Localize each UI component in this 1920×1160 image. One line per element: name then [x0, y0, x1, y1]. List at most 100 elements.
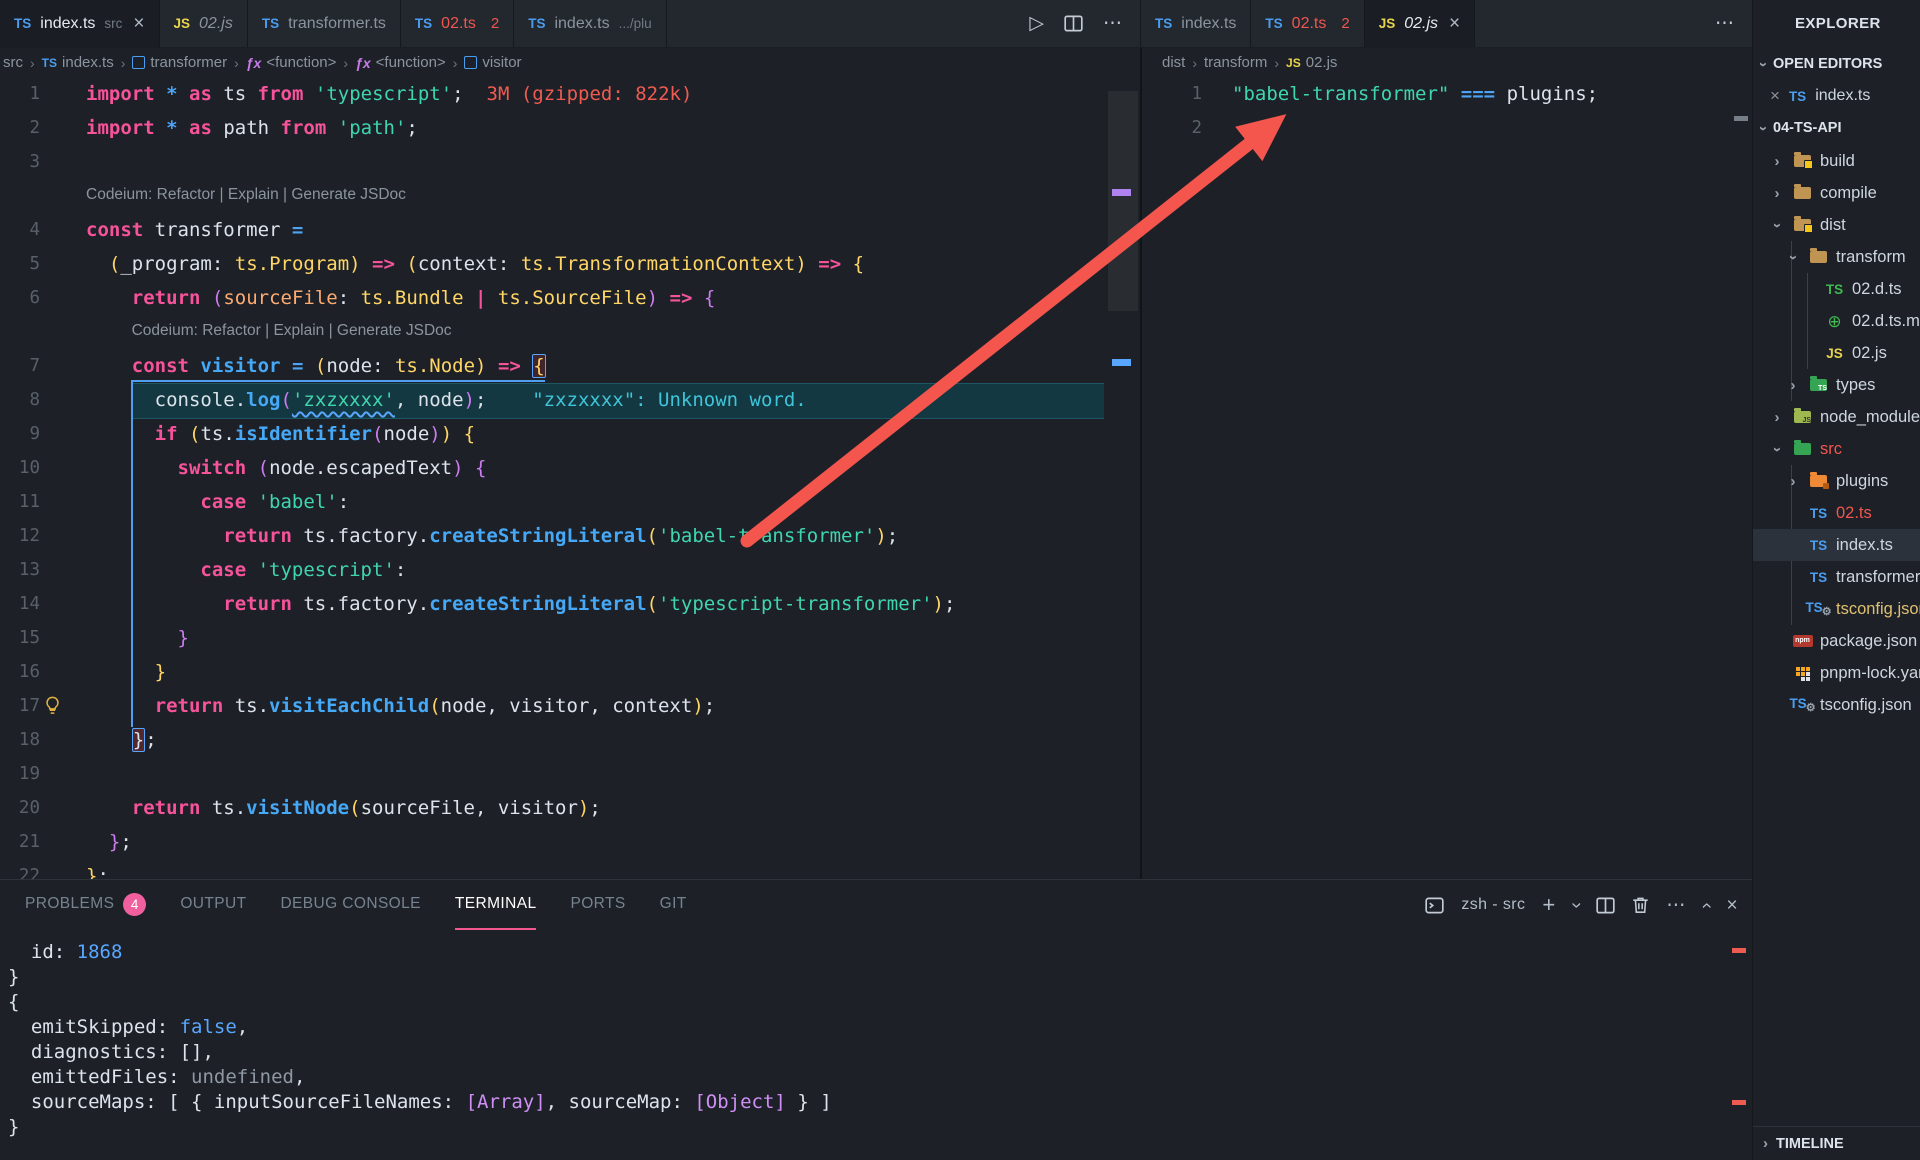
panel-tab-problems[interactable]: PROBLEMS4: [25, 880, 146, 930]
tab-index.ts[interactable]: TSindex.tssrc×: [0, 0, 160, 47]
tree-item-types[interactable]: ›types: [1753, 369, 1920, 401]
code-line[interactable]: 13 case 'typescript':: [0, 553, 1140, 587]
breadcrumb-item[interactable]: dist: [1162, 54, 1185, 71]
tree-chevron-slot: ›: [1769, 408, 1785, 427]
maximize-panel-icon[interactable]: ›: [1697, 902, 1716, 909]
tree-item-plugins[interactable]: ›plugins: [1753, 465, 1920, 497]
code-line[interactable]: 2: [1142, 111, 1752, 145]
tree-item-compile[interactable]: ›compile: [1753, 177, 1920, 209]
tree-item-pnpm-lock.yaml[interactable]: pnpm-lock.yaml: [1753, 657, 1920, 689]
panel-tab-git[interactable]: GIT: [660, 880, 687, 930]
open-editors-header[interactable]: › OPEN EDITORS: [1753, 47, 1920, 81]
tab-transformer.ts[interactable]: TStransformer.ts: [248, 0, 401, 47]
code-line[interactable]: 16 }: [0, 655, 1140, 689]
tree-item-02.ts[interactable]: TS02.ts: [1753, 497, 1920, 529]
code-line[interactable]: 15 }: [0, 621, 1140, 655]
tree-item-package.json[interactable]: npmpackage.json: [1753, 625, 1920, 657]
editor-group1[interactable]: src›TSindex.ts›transformer›ƒx<function>›…: [0, 48, 1140, 879]
tree-item-transformer.ts[interactable]: TStransformer.ts: [1753, 561, 1920, 593]
terminal-title[interactable]: zsh - src: [1461, 897, 1525, 913]
breadcrumb-item[interactable]: JS02.js: [1286, 54, 1337, 71]
run-icon[interactable]: ▷: [1029, 14, 1044, 33]
project-section-header[interactable]: › 04-TS-API: [1753, 111, 1920, 145]
chevron-down-icon: ›: [1785, 255, 1802, 260]
code-line[interactable]: 18 };: [0, 723, 1140, 757]
code-line[interactable]: 5 (_program: ts.Program) => (context: ts…: [0, 247, 1140, 281]
close-icon[interactable]: ×: [1449, 13, 1460, 35]
tree-item-02.d.ts[interactable]: TS02.d.ts: [1753, 273, 1920, 305]
minimap[interactable]: [1106, 77, 1140, 879]
breadcrumb-item[interactable]: visitor: [464, 54, 521, 71]
code-line[interactable]: 14 return ts.factory.createStringLiteral…: [0, 587, 1140, 621]
more-icon[interactable]: ⋯: [1103, 14, 1122, 33]
breadcrumb-item[interactable]: transformer: [132, 54, 227, 71]
tree-item-index.ts[interactable]: TSindex.ts: [1753, 529, 1920, 561]
close-icon[interactable]: ×: [1770, 86, 1780, 106]
line-number: 7: [0, 349, 40, 383]
breadcrumb-item[interactable]: ƒx<function>: [246, 54, 337, 71]
tab-index.ts[interactable]: TSindex.ts.../plu: [514, 0, 666, 47]
code-line[interactable]: 11 case 'babel':: [0, 485, 1140, 519]
tree-item-dist[interactable]: ›dist: [1753, 209, 1920, 241]
tree-item-build[interactable]: ›build: [1753, 145, 1920, 177]
kill-terminal-icon[interactable]: [1632, 896, 1649, 914]
code-line[interactable]: 3: [0, 145, 1140, 179]
close-panel-icon[interactable]: ×: [1727, 896, 1739, 915]
code-line[interactable]: 22};: [0, 859, 1140, 879]
code-line[interactable]: 1import * as ts from 'typescript'; 3M (g…: [0, 77, 1140, 111]
chevron-right-icon: ›: [1763, 1135, 1768, 1152]
editor-group2[interactable]: dist›transform›JS02.js 1"babel-transform…: [1140, 48, 1752, 879]
tree-item-02.js[interactable]: JS02.js: [1753, 337, 1920, 369]
code-line[interactable]: 4const transformer =: [0, 213, 1140, 247]
terminal-output[interactable]: id: 1868}{ emitSkipped: false, diagnosti…: [0, 930, 1752, 1160]
panel-tab-ports[interactable]: PORTS: [570, 880, 625, 930]
chevron-right-icon: ›: [1791, 473, 1796, 490]
lightbulb-icon[interactable]: [42, 695, 63, 721]
split-editor-icon[interactable]: [1064, 15, 1083, 32]
tab-index.ts[interactable]: TSindex.ts: [1141, 0, 1251, 47]
tab-02.ts[interactable]: TS02.ts2: [401, 0, 514, 47]
code-line[interactable]: 1"babel-transformer" === plugins;: [1142, 77, 1752, 111]
codelens[interactable]: Codeium: Refactor | Explain | Generate J…: [0, 315, 1140, 349]
breadcrumb-item[interactable]: TSindex.ts: [42, 54, 114, 71]
code-line[interactable]: 6 return (sourceFile: ts.Bundle | ts.Sou…: [0, 281, 1140, 315]
close-icon[interactable]: ×: [133, 13, 144, 35]
more-icon[interactable]: ⋯: [1715, 14, 1734, 33]
code-line[interactable]: 8 console.log('zxzxxxx', node); "zxzxxxx…: [0, 383, 1140, 417]
code-line[interactable]: 19: [0, 757, 1140, 791]
code-line[interactable]: 10 switch (node.escapedText) {: [0, 451, 1140, 485]
breadcrumb-item[interactable]: src: [3, 54, 23, 71]
code-line[interactable]: 20 return ts.visitNode(sourceFile, visit…: [0, 791, 1140, 825]
code-line[interactable]: 21 };: [0, 825, 1140, 859]
timeline-header[interactable]: › TIMELINE: [1753, 1126, 1920, 1160]
breadcrumb-item[interactable]: ƒx<function>: [355, 54, 446, 71]
code-editor-1[interactable]: 1import * as ts from 'typescript'; 3M (g…: [0, 77, 1140, 879]
breadcrumb-item[interactable]: transform: [1204, 54, 1267, 71]
code-token: [464, 83, 487, 105]
code-editor-2[interactable]: 1"babel-transformer" === plugins;2: [1142, 77, 1752, 879]
code-line[interactable]: 7 const visitor = (node: ts.Node) => {: [0, 349, 1140, 383]
tree-item-transform[interactable]: ›transform: [1753, 241, 1920, 273]
codelens[interactable]: Codeium: Refactor | Explain | Generate J…: [0, 179, 1140, 213]
panel-tab-terminal[interactable]: TERMINAL: [455, 880, 537, 930]
code-line[interactable]: 12 return ts.factory.createStringLiteral…: [0, 519, 1140, 553]
panel-tab-debug-console[interactable]: DEBUG CONSOLE: [280, 880, 420, 930]
tab-02.js[interactable]: JS02.js: [160, 0, 248, 47]
tree-item-node_modules[interactable]: ›node_modules: [1753, 401, 1920, 433]
panel-tab-output[interactable]: OUTPUT: [180, 880, 246, 930]
tree-item-tsconfig.json[interactable]: TStsconfig.json: [1753, 689, 1920, 721]
tree-item-src[interactable]: ›src: [1753, 433, 1920, 465]
terminal-dropdown-icon[interactable]: ›: [1566, 902, 1585, 909]
tree-item-tsconfig.json[interactable]: TStsconfig.json: [1753, 593, 1920, 625]
code-line[interactable]: 2import * as path from 'path';: [0, 111, 1140, 145]
code-line[interactable]: 9 if (ts.isIdentifier(node)) {: [0, 417, 1140, 451]
new-terminal-icon[interactable]: +: [1542, 894, 1555, 916]
tab-02.js[interactable]: JS02.js×: [1365, 0, 1475, 47]
minimap-slider[interactable]: [1108, 91, 1138, 311]
tree-item-02.d.ts.map[interactable]: ⊕02.d.ts.map: [1753, 305, 1920, 337]
split-terminal-icon[interactable]: [1596, 897, 1615, 914]
code-line[interactable]: 17 return ts.visitEachChild(node, visito…: [0, 689, 1140, 723]
more-actions-icon[interactable]: ⋯: [1666, 896, 1685, 915]
tab-02.ts[interactable]: TS02.ts2: [1251, 0, 1364, 47]
open-editor-item-index.ts[interactable]: ×TSindex.ts: [1753, 81, 1920, 111]
